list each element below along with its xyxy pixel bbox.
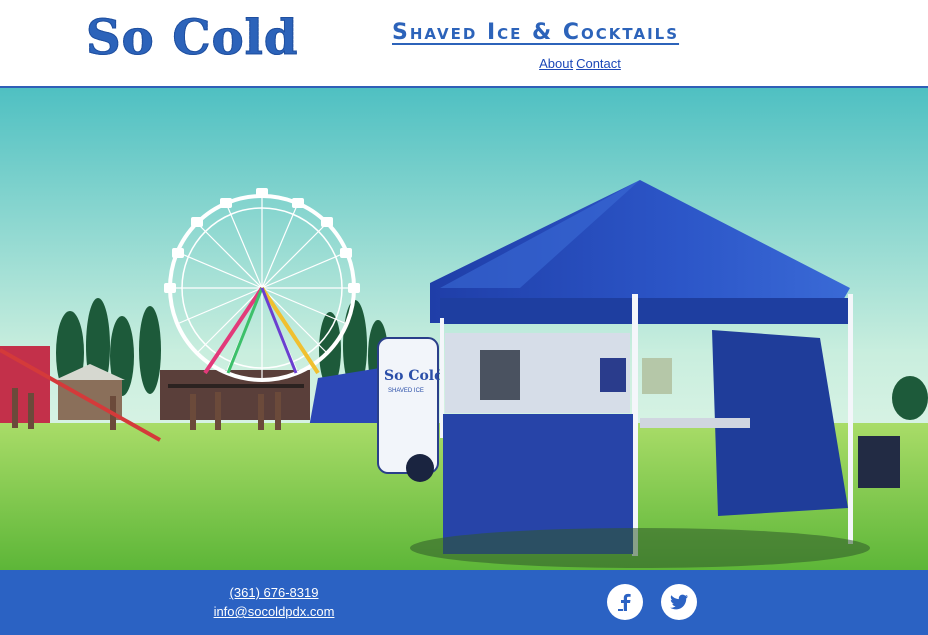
phone-link[interactable]: (361) 676-8319 <box>174 585 374 600</box>
email-link[interactable]: info@socoldpdx.com <box>174 604 374 619</box>
twitter-icon <box>670 594 688 610</box>
trailer-subtitle: SHAVED ICE <box>388 388 424 394</box>
hero-photo: So Cold SHAVED ICE <box>0 88 928 570</box>
site-header: So Cold Shaved Ice & Cocktails About Cont… <box>0 0 928 88</box>
main-nav: About Contact <box>0 56 928 71</box>
site-footer: (361) 676-8319 info@socoldpdx.com <box>0 570 928 635</box>
trailer-logo: So Cold <box>384 368 444 384</box>
nav-contact-link[interactable]: Contact <box>576 56 621 71</box>
tagline-link[interactable]: Shaved Ice & Cocktails <box>392 20 679 45</box>
twitter-button[interactable] <box>661 584 697 620</box>
facebook-icon <box>618 593 631 611</box>
nav-about-link[interactable]: About <box>539 56 573 71</box>
facebook-button[interactable] <box>607 584 643 620</box>
festival-scene-image: So Cold SHAVED ICE <box>0 88 928 570</box>
